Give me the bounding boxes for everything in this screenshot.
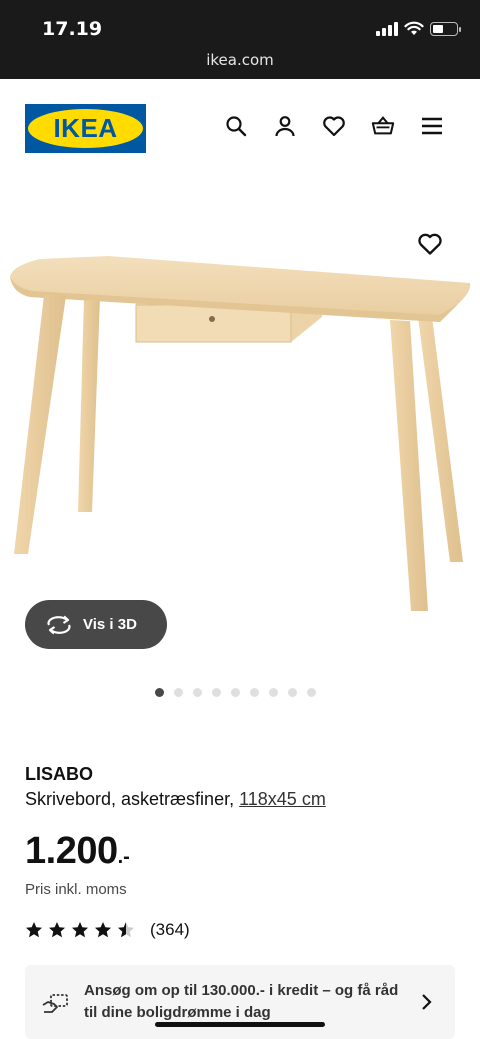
credit-offer-banner[interactable]: Ansøg om op til 130.000.- i kredit – og … xyxy=(25,965,455,1039)
price-suffix: .- xyxy=(117,846,130,868)
view-in-3d-label: Vis i 3D xyxy=(83,616,137,633)
carousel-dot[interactable] xyxy=(288,688,297,697)
product-price: 1.200 .- xyxy=(25,830,130,873)
menu-icon[interactable] xyxy=(420,114,444,138)
image-carousel-dots xyxy=(155,688,316,697)
star-icon xyxy=(95,922,111,938)
search-icon[interactable] xyxy=(224,114,248,138)
chevron-right-icon xyxy=(422,994,432,1010)
product-rating[interactable]: (364) xyxy=(25,920,190,940)
star-icon xyxy=(72,922,88,938)
carousel-dot[interactable] xyxy=(250,688,259,697)
carousel-dot[interactable] xyxy=(307,688,316,697)
account-icon[interactable] xyxy=(273,114,297,138)
logo-text: IKEA xyxy=(53,113,118,143)
carousel-dot[interactable] xyxy=(193,688,202,697)
rating-count: (364) xyxy=(150,920,190,939)
product-description: Skrivebord, asketræsfiner, 118x45 cm xyxy=(25,789,326,810)
status-icons xyxy=(376,21,461,36)
header-nav xyxy=(224,114,444,138)
rating-stars xyxy=(25,921,135,939)
carousel-dot[interactable] xyxy=(231,688,240,697)
star-icon xyxy=(49,922,65,938)
favorite-heart-icon[interactable] xyxy=(417,232,443,256)
carousel-dot[interactable] xyxy=(174,688,183,697)
browser-url[interactable]: ikea.com xyxy=(0,51,480,69)
view-in-3d-button[interactable]: Vis i 3D xyxy=(25,600,167,649)
rotate-3d-icon xyxy=(47,615,71,634)
star-icon xyxy=(26,922,42,938)
cellular-signal-icon xyxy=(376,21,398,36)
carousel-dot[interactable] xyxy=(212,688,221,697)
credit-offer-text: Ansøg om op til 130.000.- i kredit – og … xyxy=(84,982,399,1021)
wifi-icon xyxy=(404,21,424,35)
product-description-text: Skrivebord, asketræsfiner, xyxy=(25,789,240,809)
heart-icon[interactable] xyxy=(322,114,346,138)
product-name: LISABO xyxy=(25,764,94,784)
credit-card-hand-icon xyxy=(42,994,68,1013)
status-bar: 17.19 ikea.com xyxy=(0,0,480,79)
product-image[interactable] xyxy=(0,179,480,669)
price-note: Pris inkl. moms xyxy=(25,881,127,898)
status-time: 17.19 xyxy=(42,18,103,40)
price-amount: 1.200 xyxy=(25,830,118,872)
basket-icon[interactable] xyxy=(371,114,395,138)
carousel-dot[interactable] xyxy=(155,688,164,697)
product-size-link[interactable]: 118x45 cm xyxy=(239,789,326,809)
home-indicator xyxy=(155,1022,325,1027)
carousel-dot[interactable] xyxy=(269,688,278,697)
star-icon xyxy=(118,922,134,938)
battery-icon xyxy=(430,21,461,36)
site-header: IKEA xyxy=(0,79,480,179)
ikea-logo[interactable]: IKEA xyxy=(25,104,146,153)
